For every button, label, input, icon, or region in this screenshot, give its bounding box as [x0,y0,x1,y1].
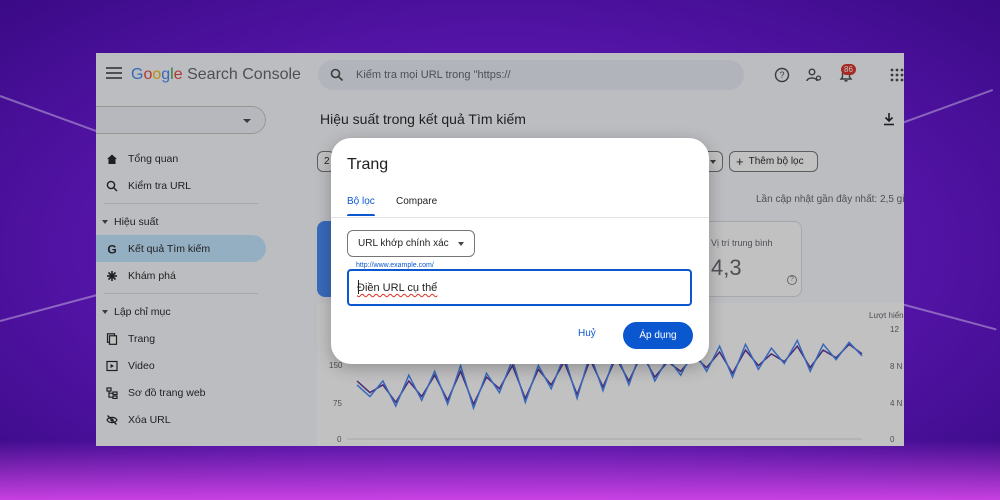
tab-filter[interactable]: Bộ lọc [347,196,375,207]
cancel-button[interactable]: Huỷ [578,328,596,339]
url-input-field[interactable]: Điền URL cụ thể [347,269,692,306]
url-input-label: http://www.example.com/ [353,262,437,269]
chevron-down-icon [458,242,464,246]
apply-button[interactable]: Áp dụng [623,322,693,349]
bg-ray [889,300,997,331]
tab-compare[interactable]: Compare [396,196,437,207]
page-filter-dialog: Trang Bộ lọc Compare URL khớp chính xác … [331,138,709,364]
url-input-value: Điền URL cụ thể [357,282,438,294]
active-tab-indicator [347,214,375,216]
tab-divider [331,217,709,218]
bg-band [0,440,1000,500]
match-type-select[interactable]: URL khớp chính xác [347,230,475,257]
match-type-value: URL khớp chính xác [358,238,449,249]
dialog-title: Trang [347,156,389,173]
